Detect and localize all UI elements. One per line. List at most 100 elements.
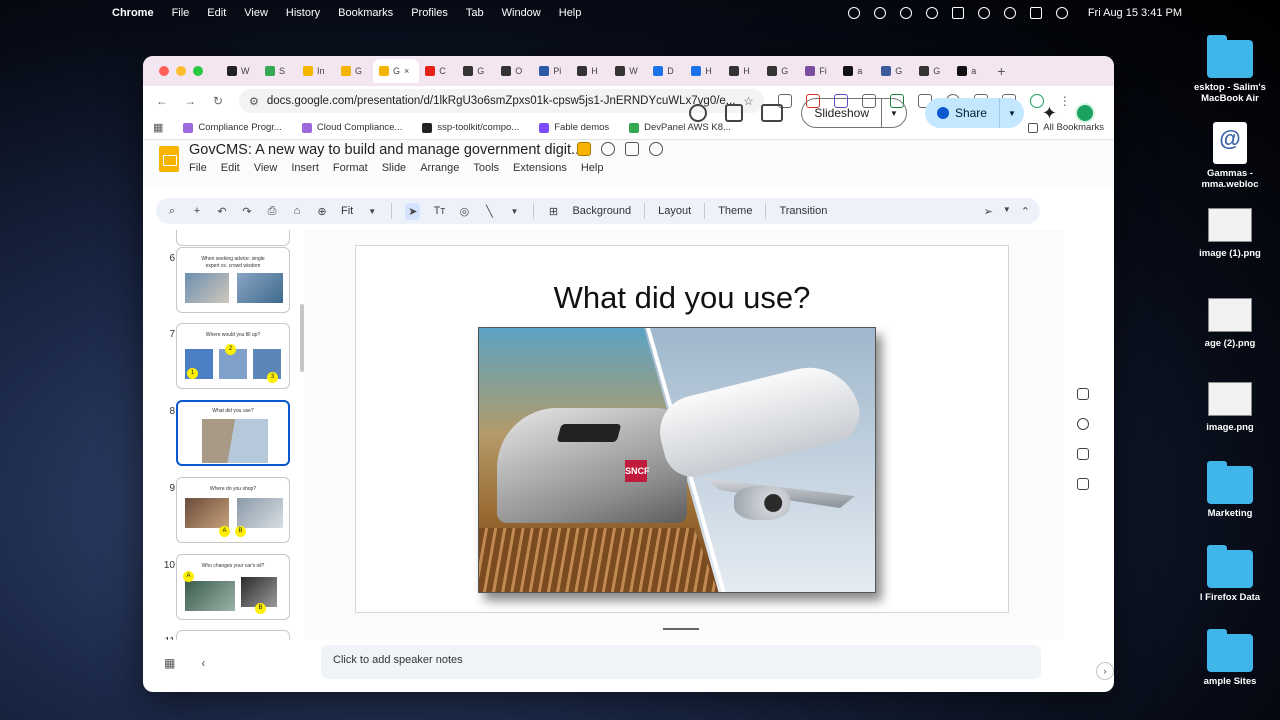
browser-tab[interactable]: H xyxy=(571,59,609,83)
desktop-folder[interactable]: Marketing xyxy=(1180,461,1280,519)
filmstrip-slide[interactable]: 10 Who changes your car's oil? A B xyxy=(154,554,304,624)
dropbox-icon[interactable] xyxy=(847,7,860,19)
drive-folder-icon[interactable] xyxy=(1077,478,1089,490)
slide-thumbnail[interactable] xyxy=(176,230,290,246)
comments-icon[interactable] xyxy=(725,104,744,122)
comment-add-icon[interactable]: ⊞ xyxy=(547,205,559,218)
link-icon[interactable] xyxy=(977,7,990,19)
site-info-icon[interactable]: ⚙ xyxy=(249,95,259,108)
filmstrip-slide[interactable]: 9 Where do you shop? A B xyxy=(154,477,304,547)
notes-resize-handle[interactable] xyxy=(663,628,699,630)
bookmark-item[interactable]: Cloud Compliance... xyxy=(301,122,402,133)
browser-tab[interactable]: G xyxy=(913,59,951,83)
slide-thumbnail[interactable]: When seeking advice: single expert vs. c… xyxy=(176,247,290,313)
browser-tab[interactable]: a xyxy=(951,59,989,83)
menubar-file[interactable]: File xyxy=(172,7,190,19)
close-window-button[interactable] xyxy=(159,66,169,76)
transition-button[interactable]: Transition xyxy=(779,205,827,217)
search-menus-icon[interactable]: ⌕ xyxy=(166,205,178,218)
slideshow-dropdown-icon[interactable]: ▼ xyxy=(882,109,906,118)
notes-badge-icon[interactable] xyxy=(577,142,591,156)
bookmark-item[interactable]: Fable demos xyxy=(539,122,609,133)
siri-icon[interactable] xyxy=(1055,7,1068,19)
bookmark-item[interactable]: ssp-toolkit/compo... xyxy=(422,122,519,133)
keep-icon[interactable] xyxy=(1077,418,1089,430)
shape-icon[interactable]: ◎ xyxy=(458,205,470,218)
browser-tab[interactable]: G xyxy=(457,59,495,83)
theme-button[interactable]: Theme xyxy=(718,205,752,217)
zoom-icon[interactable]: ⊕ xyxy=(316,205,328,218)
menu-file[interactable]: File xyxy=(189,162,207,174)
current-slide[interactable]: What did you use? SNCF xyxy=(355,245,1009,613)
text-box-icon[interactable]: Tт xyxy=(433,205,446,217)
speaker-notes-icon[interactable] xyxy=(1077,388,1089,400)
browser-tab[interactable]: G xyxy=(761,59,799,83)
forward-arrow-icon[interactable]: → xyxy=(183,94,197,108)
reload-icon[interactable]: ↻ xyxy=(211,94,225,108)
move-folder-icon[interactable] xyxy=(625,142,639,156)
browser-tab[interactable]: W xyxy=(221,59,259,83)
browser-tab[interactable]: D xyxy=(647,59,685,83)
browser-tab[interactable]: G xyxy=(335,59,373,83)
select-cursor-icon[interactable]: ➤ xyxy=(405,202,421,220)
menu-view[interactable]: View xyxy=(254,162,278,174)
menubar-view[interactable]: View xyxy=(244,7,268,19)
browser-tab[interactable]: O xyxy=(495,59,533,83)
browser-tab[interactable]: G × xyxy=(373,59,420,83)
menu-tools[interactable]: Tools xyxy=(473,162,499,174)
speaker-notes-field[interactable]: Click to add speaker notes xyxy=(321,645,1041,679)
collapse-toolbar-icon[interactable]: ⌃ xyxy=(1021,205,1030,218)
user-avatar[interactable] xyxy=(1075,103,1095,123)
menubar-profiles[interactable]: Profiles xyxy=(411,7,448,19)
star-icon[interactable] xyxy=(601,142,615,156)
browser-tab[interactable]: Fi xyxy=(799,59,837,83)
s-app-icon[interactable] xyxy=(873,7,886,19)
share-dropdown-icon[interactable]: ▼ xyxy=(1000,109,1024,118)
slide-thumbnail[interactable]: Where would you fill up? 1 2 3 xyxy=(176,323,290,389)
bookmark-item[interactable]: Compliance Progr... xyxy=(183,122,282,133)
play-icon[interactable] xyxy=(925,7,938,19)
slide-thumbnail[interactable]: Where do you shop? A B xyxy=(176,477,290,543)
filmstrip-slide[interactable]: 6 When seeking advice: single expert vs.… xyxy=(154,247,304,317)
redo-icon[interactable]: ↷ xyxy=(241,205,253,218)
omnibox[interactable]: ⚙ docs.google.com/presentation/d/1lkRgU3… xyxy=(239,89,764,113)
print-icon[interactable]: ⎙ xyxy=(266,205,278,218)
line-dropdown-icon[interactable]: ▼ xyxy=(508,207,520,216)
back-arrow-icon[interactable]: ← xyxy=(155,94,169,108)
menubar-tab[interactable]: Tab xyxy=(466,7,484,19)
menubar-clock[interactable]: Fri Aug 15 3:41 PM xyxy=(1088,7,1182,19)
meet-camera-icon[interactable] xyxy=(761,104,784,122)
menu-format[interactable]: Format xyxy=(333,162,368,174)
new-slide-icon[interactable]: + xyxy=(191,205,203,217)
filmstrip-slide[interactable]: 7 Where would you fill up? 1 2 3 xyxy=(154,323,304,393)
share-main[interactable]: Share xyxy=(925,98,1000,128)
menu-help[interactable]: Help xyxy=(581,162,604,174)
menu-insert[interactable]: Insert xyxy=(291,162,319,174)
collapse-filmstrip-icon[interactable]: ‹ xyxy=(201,656,205,670)
desktop-folder[interactable]: l Firefox Data xyxy=(1180,545,1280,603)
zoom-select[interactable]: Fit xyxy=(341,205,353,217)
battery-icon[interactable] xyxy=(951,7,964,19)
slide-title[interactable]: What did you use? xyxy=(356,280,1008,316)
share-button[interactable]: Share ▼ xyxy=(924,98,1024,128)
grid-view-icon[interactable]: ▦ xyxy=(164,656,175,670)
menubar-bookmarks[interactable]: Bookmarks xyxy=(338,7,393,19)
filmstrip-scrollbar[interactable] xyxy=(300,304,304,372)
slideshow-button[interactable]: Slideshow ▼ xyxy=(801,98,907,128)
collapse-side-panel-button[interactable]: › xyxy=(1096,662,1114,680)
menubar-help[interactable]: Help xyxy=(559,7,582,19)
browser-tab[interactable]: Pi xyxy=(533,59,571,83)
pointer-dropdown-icon[interactable]: ▼ xyxy=(1003,205,1011,218)
new-tab-button[interactable]: + xyxy=(997,63,1005,79)
zoom-dropdown-icon[interactable]: ▼ xyxy=(366,207,378,216)
filmstrip-slide[interactable]: 11 xyxy=(154,630,304,640)
contrast-icon[interactable] xyxy=(899,7,912,19)
desktop-image-file[interactable]: image.png xyxy=(1180,382,1280,433)
slideshow-label[interactable]: Slideshow xyxy=(802,99,883,127)
menubar-app-name[interactable]: Chrome xyxy=(112,7,154,19)
desktop-image-file[interactable]: image (1).png xyxy=(1180,208,1280,259)
browser-tab[interactable]: H xyxy=(723,59,761,83)
browser-tab[interactable]: a xyxy=(837,59,875,83)
browser-tab[interactable]: H xyxy=(685,59,723,83)
url-text[interactable]: docs.google.com/presentation/d/1lkRgU3o6… xyxy=(267,95,736,107)
